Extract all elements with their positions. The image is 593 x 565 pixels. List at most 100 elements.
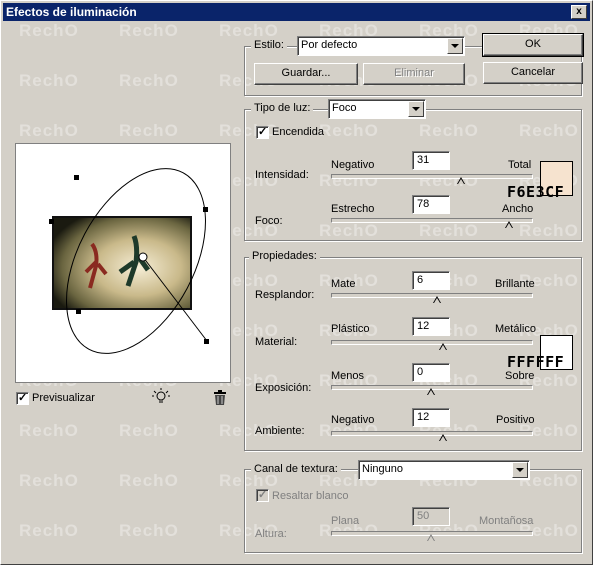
intensity-value: 31 (417, 154, 430, 166)
watermark-text: RechO (119, 521, 179, 540)
material-max-label: Metálico (495, 323, 536, 335)
focus-input[interactable]: 78 (412, 195, 450, 214)
watermark-text: RechO (119, 421, 179, 440)
light-type-select[interactable]: Foco (328, 99, 426, 119)
ambience-value: 12 (417, 411, 430, 423)
style-select[interactable]: Por defecto (297, 36, 465, 56)
material-track (331, 340, 533, 345)
title-bar: Efectos de iluminación x (3, 3, 590, 21)
gloss-min-label: Mate (331, 278, 356, 290)
chevron-down-icon[interactable] (512, 462, 528, 478)
watermark-text: RechO (119, 71, 179, 90)
exposure-min-label: Menos (331, 370, 365, 382)
ellipse-handle[interactable] (76, 309, 81, 314)
lighting-effects-dialog: RechO RechO RechO RechO RechO RechO RechO RechO… (0, 0, 593, 565)
focus-min-label: Estrecho (331, 203, 375, 215)
height-max-label: Montañosa (479, 515, 534, 527)
chevron-down-icon[interactable] (408, 101, 424, 117)
height-slider[interactable] (427, 534, 435, 541)
trash-icon[interactable] (212, 390, 228, 409)
light-on-label: Encendida (272, 126, 324, 138)
exposure-slider[interactable] (427, 388, 435, 395)
properties-legend: Propiedades: (249, 250, 320, 262)
focus-value: 78 (417, 198, 430, 210)
watermark-text: RechO (19, 421, 79, 440)
texture-channel-select[interactable]: Ninguno (358, 460, 530, 480)
light-type-label: Tipo de luz: (251, 102, 314, 114)
gloss-slider[interactable] (433, 296, 441, 303)
light-on-checkbox[interactable] (256, 125, 269, 139)
gloss-track (331, 293, 533, 298)
material-label: Material: (255, 336, 298, 348)
ambience-track (331, 431, 533, 436)
material-slider[interactable] (439, 343, 447, 350)
gloss-input[interactable]: 6 (412, 271, 450, 290)
ambience-max-label: Positivo (496, 414, 535, 426)
gloss-value: 6 (417, 274, 424, 286)
focus-label: Foco: (255, 215, 283, 227)
lightbulb-icon[interactable] (151, 388, 171, 409)
style-label: Estilo: (251, 39, 287, 51)
intensity-min-label: Negativo (331, 159, 375, 171)
texture-channel-value: Ninguno (362, 463, 403, 475)
watermark-text: RechO (19, 471, 79, 490)
white-high-checkbox[interactable] (256, 488, 269, 502)
save-style-button[interactable]: Guardar... (254, 63, 358, 85)
watermark-text: RechO (219, 21, 279, 40)
ambient-color-hex: FFFFFF (507, 353, 565, 371)
ellipse-handle[interactable] (49, 219, 54, 224)
chevron-down-icon[interactable] (447, 38, 463, 54)
style-value: Por defecto (301, 39, 358, 51)
watermark-text: RechO (19, 21, 79, 40)
preview-area[interactable] (15, 143, 231, 383)
texture-channel-label: Canal de textura: (251, 463, 341, 475)
delete-style-button[interactable]: Eliminar (363, 63, 465, 85)
close-icon: x (576, 6, 582, 17)
light-color-hex: F6E3CF (507, 183, 565, 201)
ambience-input[interactable]: 12 (412, 408, 450, 427)
ok-button[interactable]: OK (482, 33, 584, 57)
material-value: 12 (417, 320, 430, 332)
preview-label: Previsualizar (32, 392, 95, 404)
intensity-label: Intensidad: (255, 169, 309, 181)
white-high-label: Resaltar blanco (272, 490, 349, 502)
focus-max-label: Ancho (502, 203, 534, 215)
height-value: 50 (417, 510, 430, 522)
watermark-text: RechO (19, 521, 79, 540)
ellipse-handle[interactable] (74, 175, 79, 180)
watermark-text: RechO (119, 121, 179, 140)
ellipse-handle[interactable] (203, 207, 208, 212)
exposure-input[interactable]: 0 (412, 363, 450, 382)
watermark-text: RechO (19, 71, 79, 90)
height-label: Altura: (255, 528, 287, 540)
material-min-label: Plástico (331, 323, 370, 335)
ambience-label: Ambiente: (255, 425, 305, 437)
height-input[interactable]: 50 (412, 507, 450, 526)
intensity-track (331, 174, 533, 179)
light-center-handle[interactable] (138, 252, 148, 262)
exposure-value: 0 (417, 366, 424, 378)
preview-image (54, 218, 190, 308)
cancel-button[interactable]: Cancelar (483, 62, 583, 84)
focus-slider[interactable] (505, 221, 513, 228)
material-input[interactable]: 12 (412, 317, 450, 336)
ambience-min-label: Negativo (331, 414, 375, 426)
gloss-max-label: Brillante (495, 278, 535, 290)
intensity-slider[interactable] (457, 177, 465, 184)
close-button[interactable]: x (571, 5, 587, 19)
gloss-label: Resplandor: (255, 289, 315, 301)
watermark-text: RechO (119, 471, 179, 490)
light-type-value: Foco (332, 102, 357, 114)
watermark-text: RechO (19, 121, 79, 140)
exposure-max-label: Sobre (505, 370, 535, 382)
intensity-input[interactable]: 31 (412, 151, 450, 170)
ambience-slider[interactable] (439, 434, 447, 441)
exposure-label: Exposición: (255, 382, 312, 394)
intensity-max-label: Total (508, 159, 532, 171)
ellipse-handle[interactable] (204, 339, 209, 344)
focus-track (331, 218, 533, 223)
light-preview-canvas[interactable] (16, 144, 230, 382)
watermark-text: RechO (119, 21, 179, 40)
preview-checkbox[interactable] (16, 391, 29, 405)
height-min-label: Plana (331, 515, 360, 527)
